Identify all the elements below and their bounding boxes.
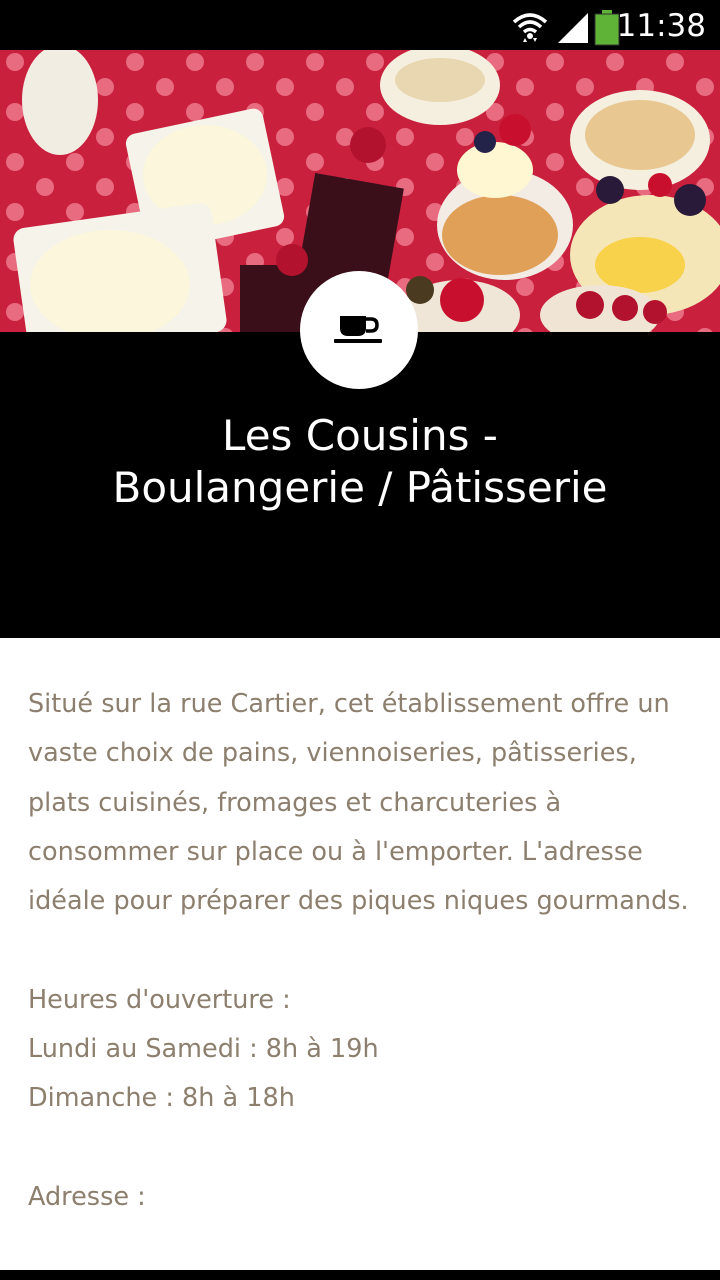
coffee-cup-icon [334,316,382,343]
title-line-1: Les Cousins - [222,411,498,460]
hours-label: Heures d'ouverture : [28,984,291,1015]
hours-sunday: Dimanche : 8h à 18h [28,1083,295,1114]
signal-icon [558,13,588,43]
status-time: 11:38 [616,8,706,44]
page-title: Les Cousins - Boulangerie / Pâtisserie [40,410,680,514]
wifi-icon [512,13,548,42]
status-bar: 11:38 [0,0,720,50]
content-section: Situé sur la rue Cartier, cet établissem… [28,680,698,1222]
title-line-2: Boulangerie / Pâtisserie [112,463,608,512]
category-badge [300,271,418,389]
description-text: Situé sur la rue Cartier, cet établissem… [28,689,689,917]
address-label: Adresse : [28,1181,146,1212]
hours-weekdays: Lundi au Samedi : 8h à 19h [28,1034,379,1065]
bottom-edge [0,1270,720,1280]
